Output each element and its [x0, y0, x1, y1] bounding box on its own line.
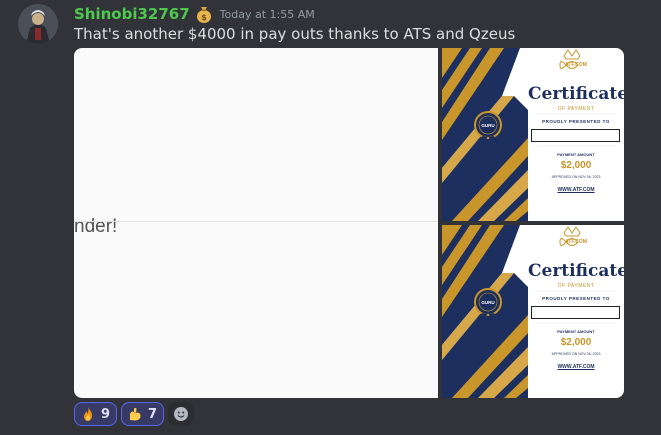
certificate-subtitle: OF PAYMENT [557, 106, 595, 112]
attachment-certificate-1[interactable]: GURU ATF.COM Certificate OF PAYMENT PROU… [442, 48, 624, 221]
certificate-subtitle: OF PAYMENT [557, 283, 595, 289]
message-timestamp: Today at 1:55 AM [219, 7, 315, 21]
certificate-approved-date: APPROVED ON NOV 06, 2023 [551, 352, 601, 356]
certificate-website: WWW.ATF.COM [557, 187, 595, 193]
certificate-website: WWW.ATF.COM [557, 364, 595, 370]
svg-text:GURU: GURU [481, 300, 494, 305]
certificate-title: Certificate [528, 261, 624, 281]
image-text-fragment: nder! [74, 216, 118, 237]
add-reaction-icon [174, 407, 189, 421]
reaction-count: 7 [148, 406, 158, 422]
money-bag-icon: $ [194, 4, 214, 24]
certificate-amount: $2,000 [560, 160, 592, 171]
certificate-presented-to: PROUDLY PRESENTED TO [542, 296, 610, 301]
certificate-title: Certificate [528, 84, 624, 104]
username[interactable]: Shinobi32767 [74, 5, 190, 23]
svg-text:GURU: GURU [481, 123, 494, 128]
certificate-name-box [531, 306, 620, 319]
certificate-presented-to: PROUDLY PRESENTED TO [542, 119, 610, 124]
certificate-amount-label: PAYMENT AMOUNT [557, 152, 595, 157]
message-text: That's another $4000 in pay outs thanks … [74, 25, 516, 43]
attachment-image-1[interactable]: nder! [74, 48, 438, 398]
certificate-brand: ATF.COM [565, 239, 587, 245]
certificate-amount: $2,000 [560, 337, 592, 348]
reaction-flexed-biceps[interactable]: 7 [121, 402, 165, 426]
certificate-brand: ATF.COM [565, 62, 587, 68]
attachment-certificate-2[interactable]: GURU ATF.COM Certificate OF PAYMENT PROU… [442, 225, 624, 398]
reaction-count: 9 [101, 406, 111, 422]
reactions-bar: 9 7 [74, 402, 195, 426]
flexed-biceps-icon [127, 406, 143, 422]
user-avatar[interactable] [18, 4, 58, 44]
fire-icon [80, 406, 96, 422]
certificate-name-box [531, 129, 620, 142]
add-reaction-button[interactable] [168, 402, 195, 426]
image-divider [74, 221, 438, 222]
certificate-approved-date: APPROVED ON NOV 06, 2023 [551, 175, 601, 179]
message-header: Shinobi32767 $ Today at 1:55 AM [74, 4, 315, 24]
certificate-amount-label: PAYMENT AMOUNT [557, 329, 595, 334]
svg-text:$: $ [201, 13, 207, 22]
reaction-fire[interactable]: 9 [74, 402, 118, 426]
